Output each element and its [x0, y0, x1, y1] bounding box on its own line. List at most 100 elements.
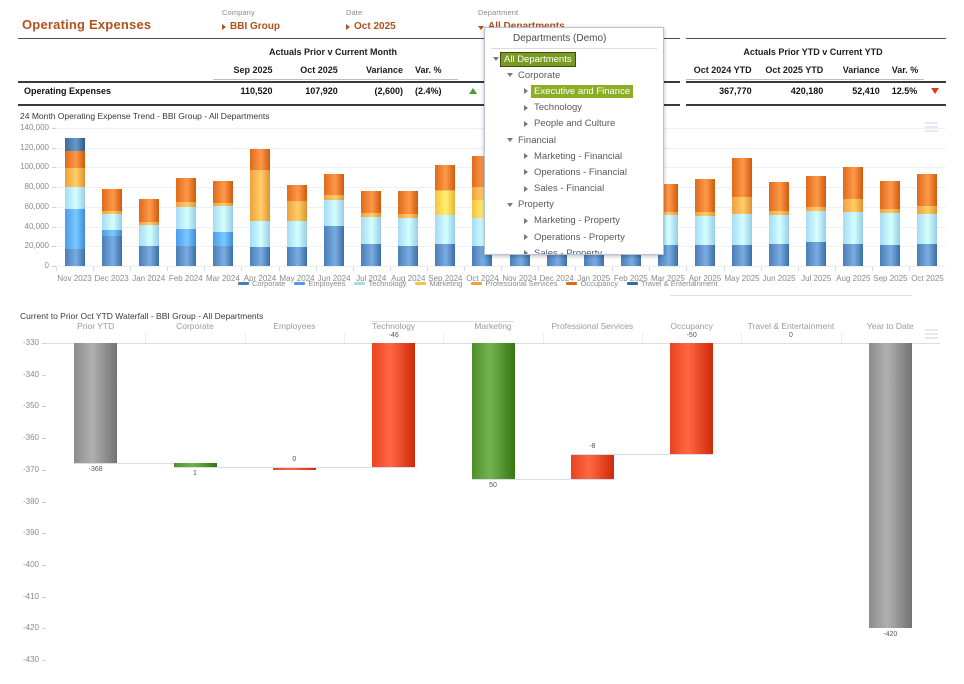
stacked-bar[interactable] — [806, 176, 827, 266]
x-axis-tick-label: May 2025 — [724, 274, 760, 283]
expander-expand[interactable] — [521, 120, 531, 127]
waterfall-connector — [272, 466, 416, 468]
legend-item-technology[interactable]: Technology — [354, 279, 406, 288]
bar-segment-marketing — [435, 191, 456, 215]
expander-collapse[interactable] — [505, 73, 515, 78]
dropdown-item-sales-financial[interactable]: Sales - Financial — [485, 181, 663, 197]
expander-collapse[interactable] — [491, 57, 501, 62]
y-tickmark — [52, 147, 56, 149]
dropdown-item-operations-financial[interactable]: Operations - Financial — [485, 164, 663, 180]
stacked-bar[interactable] — [398, 191, 419, 266]
chevron-right-icon[interactable] — [524, 185, 528, 192]
x-tickmark — [501, 267, 502, 271]
bar-segment-technology — [64, 187, 85, 209]
dropdown-item-people-and-culture[interactable]: People and Culture — [485, 116, 663, 132]
expander-expand[interactable] — [521, 153, 531, 160]
y-tickmark — [42, 533, 46, 535]
stacked-bar[interactable] — [249, 148, 270, 266]
triangle-right-icon[interactable] — [346, 23, 350, 30]
department-dropdown[interactable]: Departments (Demo) All Departments Corpor… — [484, 27, 664, 255]
chevron-right-icon[interactable] — [524, 169, 528, 176]
stacked-bar[interactable] — [64, 137, 85, 266]
stacked-bar[interactable] — [175, 178, 196, 266]
chevron-down-icon[interactable] — [507, 202, 513, 207]
stacked-bar[interactable] — [287, 184, 308, 266]
waterfall-column-label: Technology — [372, 321, 416, 331]
stacked-bar[interactable] — [361, 191, 382, 266]
y-tickmark — [42, 501, 46, 503]
bar-segment-corporate — [398, 246, 419, 266]
chevron-right-icon[interactable] — [524, 104, 528, 111]
legend-swatch — [294, 282, 306, 285]
legend-item-marketing[interactable]: Marketing — [415, 279, 462, 288]
stacked-bar[interactable] — [694, 179, 715, 266]
y-axis-tick-label: 120,000 — [20, 142, 49, 152]
chevron-right-icon[interactable] — [524, 217, 528, 224]
stacked-bar[interactable] — [212, 181, 233, 266]
y-tickmark — [52, 187, 56, 189]
legend-item-travel-entertainment[interactable]: Travel & Entertainment — [627, 279, 717, 288]
x-tickmark — [575, 267, 577, 271]
chevron-down-icon[interactable] — [493, 57, 499, 62]
expander-expand[interactable] — [521, 234, 531, 241]
dropdown-item-property[interactable]: Property — [485, 197, 663, 213]
stacked-bar[interactable] — [769, 182, 790, 266]
stacked-bar[interactable] — [138, 199, 159, 266]
stacked-bar[interactable] — [732, 158, 753, 266]
expander-expand[interactable] — [521, 250, 531, 254]
filter-department-label: Department — [478, 8, 519, 17]
dropdown-item-sales-property[interactable]: Sales - Property — [485, 245, 663, 254]
dropdown-item-executive-and-finance[interactable]: Executive and Finance — [485, 83, 663, 99]
chevron-right-icon[interactable] — [524, 234, 528, 241]
dropdown-item-corporate[interactable]: Corporate — [485, 67, 663, 83]
waterfall-value-label: -8 — [589, 442, 596, 450]
expander-collapse[interactable] — [505, 202, 515, 207]
filter-company[interactable]: Company BBI Group — [222, 8, 280, 32]
waterfall-bar-year-to-date[interactable] — [868, 343, 912, 629]
waterfall-bar-technology[interactable] — [372, 343, 416, 467]
stacked-bar[interactable] — [880, 180, 901, 266]
chevron-down-icon[interactable] — [507, 73, 513, 78]
chevron-right-icon[interactable] — [524, 120, 528, 127]
stacked-bar[interactable] — [843, 167, 864, 266]
chevron-right-icon[interactable] — [524, 250, 528, 254]
dropdown-item-marketing-financial[interactable]: Marketing - Financial — [485, 148, 663, 164]
y-axis-tick-label: -330 — [22, 338, 39, 347]
x-tickmark — [612, 267, 614, 271]
bar-segment-occupancy — [287, 184, 308, 202]
expander-expand[interactable] — [521, 88, 531, 95]
dropdown-item-marketing-property[interactable]: Marketing - Property — [485, 213, 663, 229]
stacked-bar[interactable] — [917, 174, 938, 266]
y-axis-tick-label: -400 — [22, 559, 39, 569]
legend-item-corporate[interactable]: Corporate — [238, 279, 285, 288]
legend-item-professional-services[interactable]: Professional Services — [471, 279, 557, 288]
waterfall-bar-marketing[interactable] — [471, 343, 515, 480]
expander-expand[interactable] — [521, 169, 531, 176]
dropdown-item-technology[interactable]: Technology — [485, 100, 663, 116]
dropdown-item-financial[interactable]: Financial — [485, 132, 663, 148]
stacked-bar[interactable] — [324, 174, 345, 266]
bar-segment-occupancy — [101, 189, 122, 211]
expander-expand[interactable] — [521, 104, 531, 111]
legend-swatch — [627, 282, 639, 285]
expander-collapse[interactable] — [505, 138, 515, 143]
triangle-right-icon[interactable] — [222, 23, 226, 30]
dropdown-item-label: Executive and Finance — [531, 84, 634, 98]
expander-expand[interactable] — [521, 217, 531, 224]
expander-expand[interactable] — [521, 185, 531, 192]
bar-segment-technology — [917, 213, 938, 245]
filter-date[interactable]: Date Oct 2025 — [346, 8, 396, 32]
dropdown-item-all-departments[interactable]: All Departments — [485, 51, 663, 67]
waterfall-bar-professional-services[interactable] — [570, 453, 614, 480]
bar-segment-technology — [843, 211, 864, 245]
waterfall-bar-prior-ytd[interactable] — [74, 343, 118, 464]
chevron-right-icon[interactable] — [524, 88, 528, 95]
waterfall-bar-occupancy[interactable] — [670, 343, 714, 454]
stacked-bar[interactable] — [101, 189, 122, 266]
legend-item-occupancy[interactable]: Occupancy — [566, 279, 618, 288]
dropdown-item-operations-property[interactable]: Operations - Property — [485, 229, 663, 245]
legend-item-employees[interactable]: Employees — [294, 279, 345, 288]
stacked-bar[interactable] — [435, 165, 456, 266]
chevron-down-icon[interactable] — [507, 138, 513, 143]
chevron-right-icon[interactable] — [524, 153, 528, 160]
